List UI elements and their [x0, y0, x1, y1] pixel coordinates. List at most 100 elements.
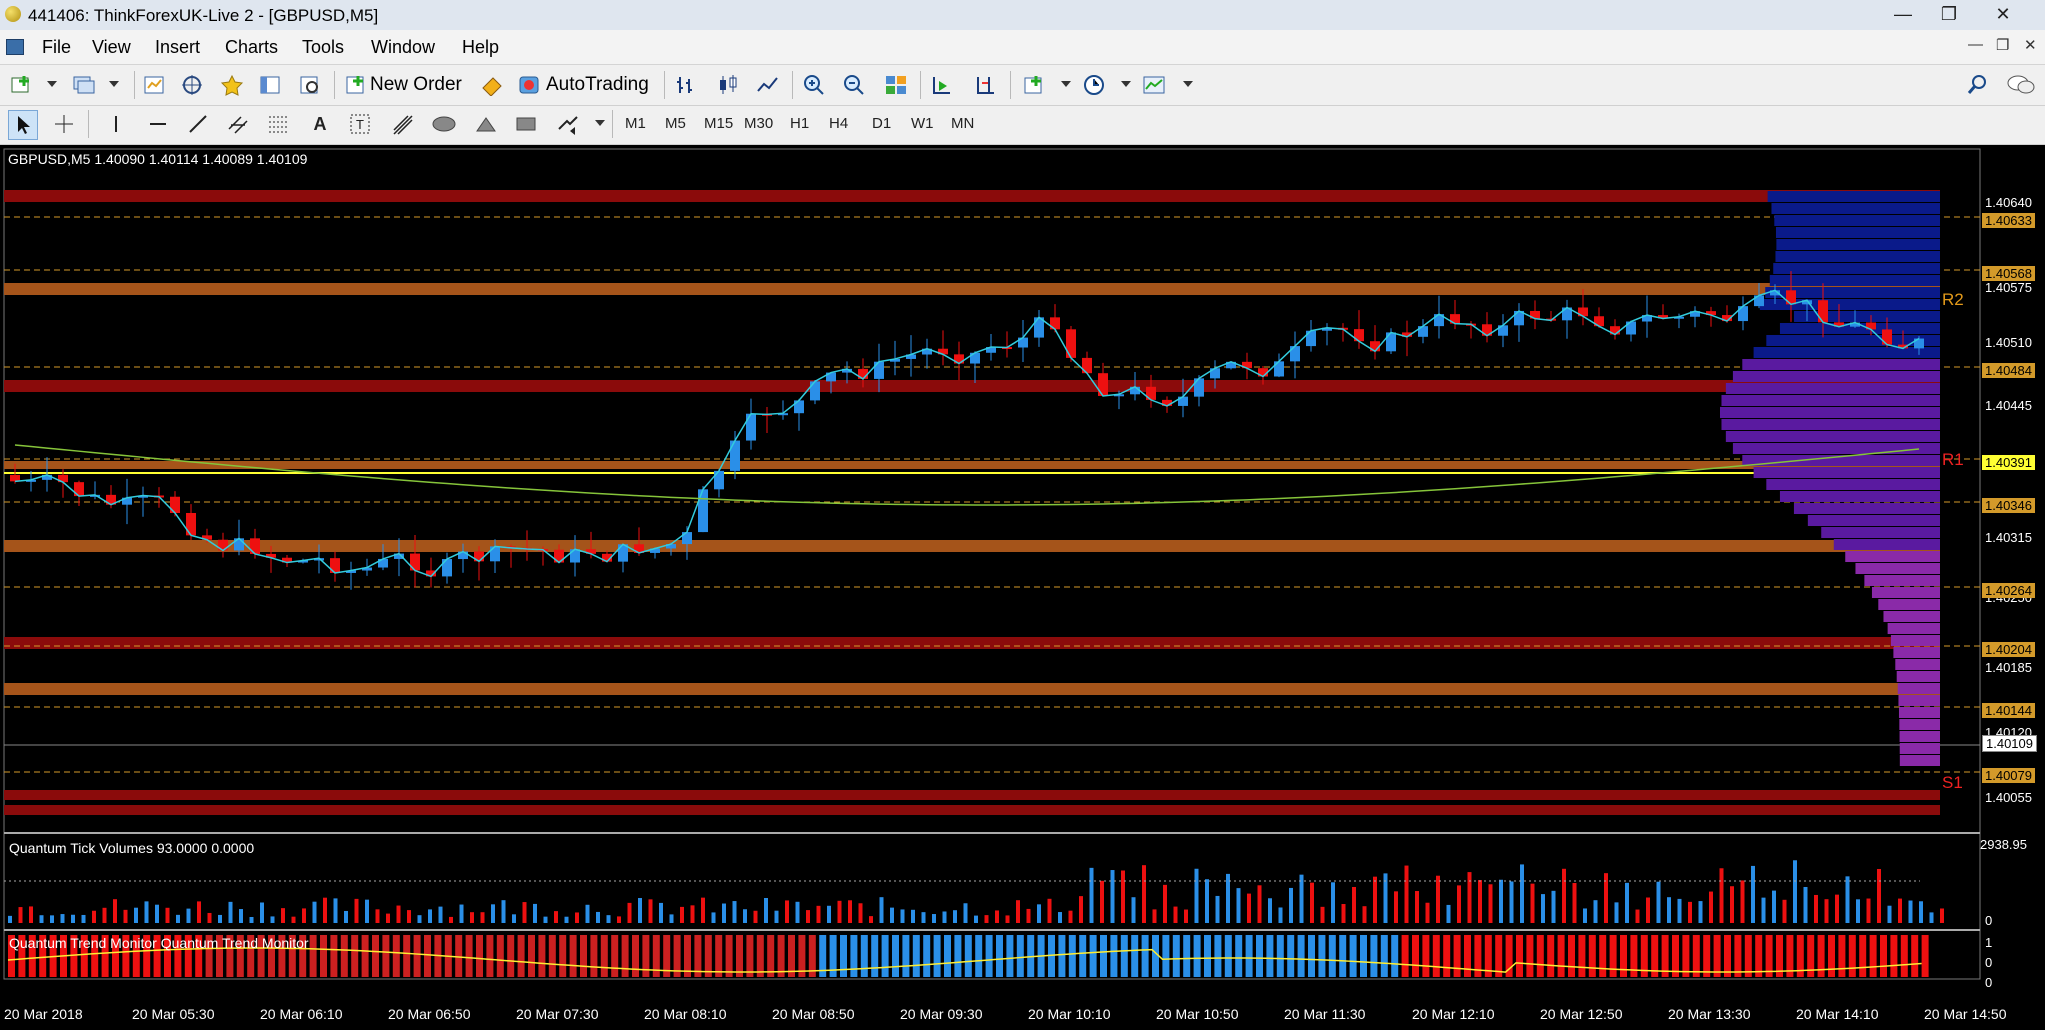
more-shapes-icon[interactable] — [554, 110, 582, 138]
crosshair-icon[interactable] — [50, 110, 78, 138]
level-price-label: 1.40391 — [1982, 455, 2035, 470]
navigator-icon[interactable] — [218, 71, 246, 99]
trend-bar — [975, 935, 983, 977]
pivot-r2-label: R2 — [1942, 290, 1964, 309]
trend-bar — [1713, 935, 1721, 977]
triangle-icon[interactable] — [472, 110, 500, 138]
volume-bar — [627, 902, 632, 923]
volume-bar — [774, 910, 779, 923]
auto-scroll-icon[interactable] — [928, 71, 956, 99]
volume-bar — [354, 898, 359, 923]
market-watch-icon[interactable] — [140, 71, 168, 99]
mdi-minimize-button[interactable]: — — [1968, 36, 1983, 53]
text-label-icon[interactable]: T — [346, 110, 374, 138]
volume-bar — [1677, 898, 1682, 923]
chart-window[interactable]: GBPUSD,M5 1.40090 1.40114 1.40089 1.4010… — [0, 145, 2045, 1030]
pivot-r1-label: R1 — [1942, 450, 1964, 469]
new-chart-icon[interactable] — [8, 71, 36, 99]
timeframe-h4[interactable]: H4 — [829, 115, 848, 132]
strategy-tester-icon[interactable] — [296, 71, 324, 99]
axis-label: 1.40510 — [1985, 335, 2032, 350]
line-chart-icon[interactable] — [754, 71, 782, 99]
menu-tools[interactable]: Tools — [302, 37, 344, 58]
indicators-icon[interactable] — [1020, 71, 1048, 99]
volume-bar — [1877, 868, 1881, 923]
new-order-button[interactable]: New Order — [344, 71, 462, 99]
timeframe-m1[interactable]: M1 — [625, 115, 646, 132]
volume-bar — [617, 916, 621, 923]
timeframe-h1[interactable]: H1 — [790, 115, 809, 132]
dropdown-arrow-icon[interactable] — [586, 110, 614, 138]
candle-body — [410, 553, 420, 571]
current-price-label: 1.40109 — [1982, 735, 2037, 752]
arrows-icon[interactable] — [388, 110, 416, 138]
volume-bar — [29, 906, 33, 923]
bar-chart-icon[interactable] — [672, 71, 700, 99]
metaeditor-icon[interactable] — [478, 71, 506, 99]
chart-shift-icon[interactable] — [972, 71, 1000, 99]
minimize-button[interactable]: — — [1880, 0, 1926, 28]
equidistant-channel-icon[interactable] — [224, 110, 252, 138]
cursor-icon[interactable] — [8, 110, 38, 140]
trend-bar — [1287, 935, 1295, 977]
volume-bar — [1310, 882, 1314, 923]
periods-clock-icon[interactable] — [1080, 71, 1108, 99]
candlestick-chart-icon[interactable] — [714, 71, 742, 99]
dropdown-arrow-icon[interactable] — [1174, 71, 1202, 99]
volume-bar — [1110, 870, 1115, 923]
ellipse-icon[interactable] — [430, 110, 458, 138]
dropdown-arrow-icon[interactable] — [100, 71, 128, 99]
profiles-icon[interactable] — [70, 71, 98, 99]
menu-charts[interactable]: Charts — [225, 37, 278, 58]
mdi-close-button[interactable]: ✕ — [2024, 36, 2037, 54]
trend-bar — [1547, 935, 1555, 977]
dropdown-arrow-icon[interactable] — [1052, 71, 1080, 99]
text-icon[interactable]: A — [306, 110, 334, 138]
terminal-icon[interactable] — [256, 71, 284, 99]
zoom-out-icon[interactable] — [840, 71, 868, 99]
timeframe-mn[interactable]: MN — [951, 115, 974, 132]
zoom-in-icon[interactable] — [800, 71, 828, 99]
crosshair-target-icon[interactable] — [178, 71, 206, 99]
time-label: 20 Mar 06:50 — [388, 1006, 471, 1022]
dropdown-arrow-icon[interactable] — [1112, 71, 1140, 99]
templates-icon[interactable] — [1140, 71, 1168, 99]
timeframe-w1[interactable]: W1 — [911, 115, 934, 132]
volume-bar — [1005, 915, 1010, 923]
trend-bar — [902, 935, 910, 977]
candle-body — [1098, 373, 1108, 396]
price-chart[interactable] — [0, 145, 2045, 1030]
menu-file[interactable]: File — [42, 37, 71, 58]
timeframe-m15[interactable]: M15 — [704, 115, 733, 132]
horizontal-line-icon[interactable] — [144, 110, 172, 138]
vertical-line-icon[interactable] — [102, 110, 130, 138]
menu-view[interactable]: View — [92, 37, 131, 58]
menu-insert[interactable]: Insert — [155, 37, 200, 58]
tile-windows-icon[interactable] — [882, 71, 910, 99]
volume-bar — [1131, 897, 1136, 923]
volume-bar — [711, 912, 716, 923]
rectangle-icon[interactable] — [512, 110, 540, 138]
search-icon[interactable] — [1964, 71, 1992, 99]
autotrading-button[interactable]: AutoTrading — [518, 71, 649, 99]
menu-help[interactable]: Help — [462, 37, 499, 58]
trendline-icon[interactable] — [184, 110, 212, 138]
trend-indicator-label: Quantum Trend Monitor Quantum Trend Moni… — [9, 935, 309, 951]
volume-bar — [543, 916, 548, 923]
close-button[interactable]: ✕ — [1980, 0, 2026, 28]
timeframe-d1[interactable]: D1 — [872, 115, 891, 132]
timeframe-m5[interactable]: M5 — [665, 115, 686, 132]
trend-bar — [871, 935, 879, 977]
dropdown-arrow-icon[interactable] — [38, 71, 66, 99]
menu-window[interactable]: Window — [371, 37, 435, 58]
title-bar: 441406: ThinkForexUK-Live 2 - [GBPUSD,M5… — [0, 0, 2045, 31]
restore-button[interactable]: ❐ — [1926, 0, 1972, 28]
fibonacci-icon[interactable] — [264, 110, 292, 138]
volume-bar — [1467, 872, 1472, 923]
mdi-restore-button[interactable]: ❐ — [1996, 36, 2009, 54]
chat-icon[interactable] — [2006, 71, 2036, 99]
timeframe-m30[interactable]: M30 — [744, 115, 773, 132]
trend-bar — [1516, 935, 1523, 977]
volume-profile-bar — [1899, 731, 1940, 742]
time-label: 20 Mar 14:10 — [1796, 1006, 1879, 1022]
